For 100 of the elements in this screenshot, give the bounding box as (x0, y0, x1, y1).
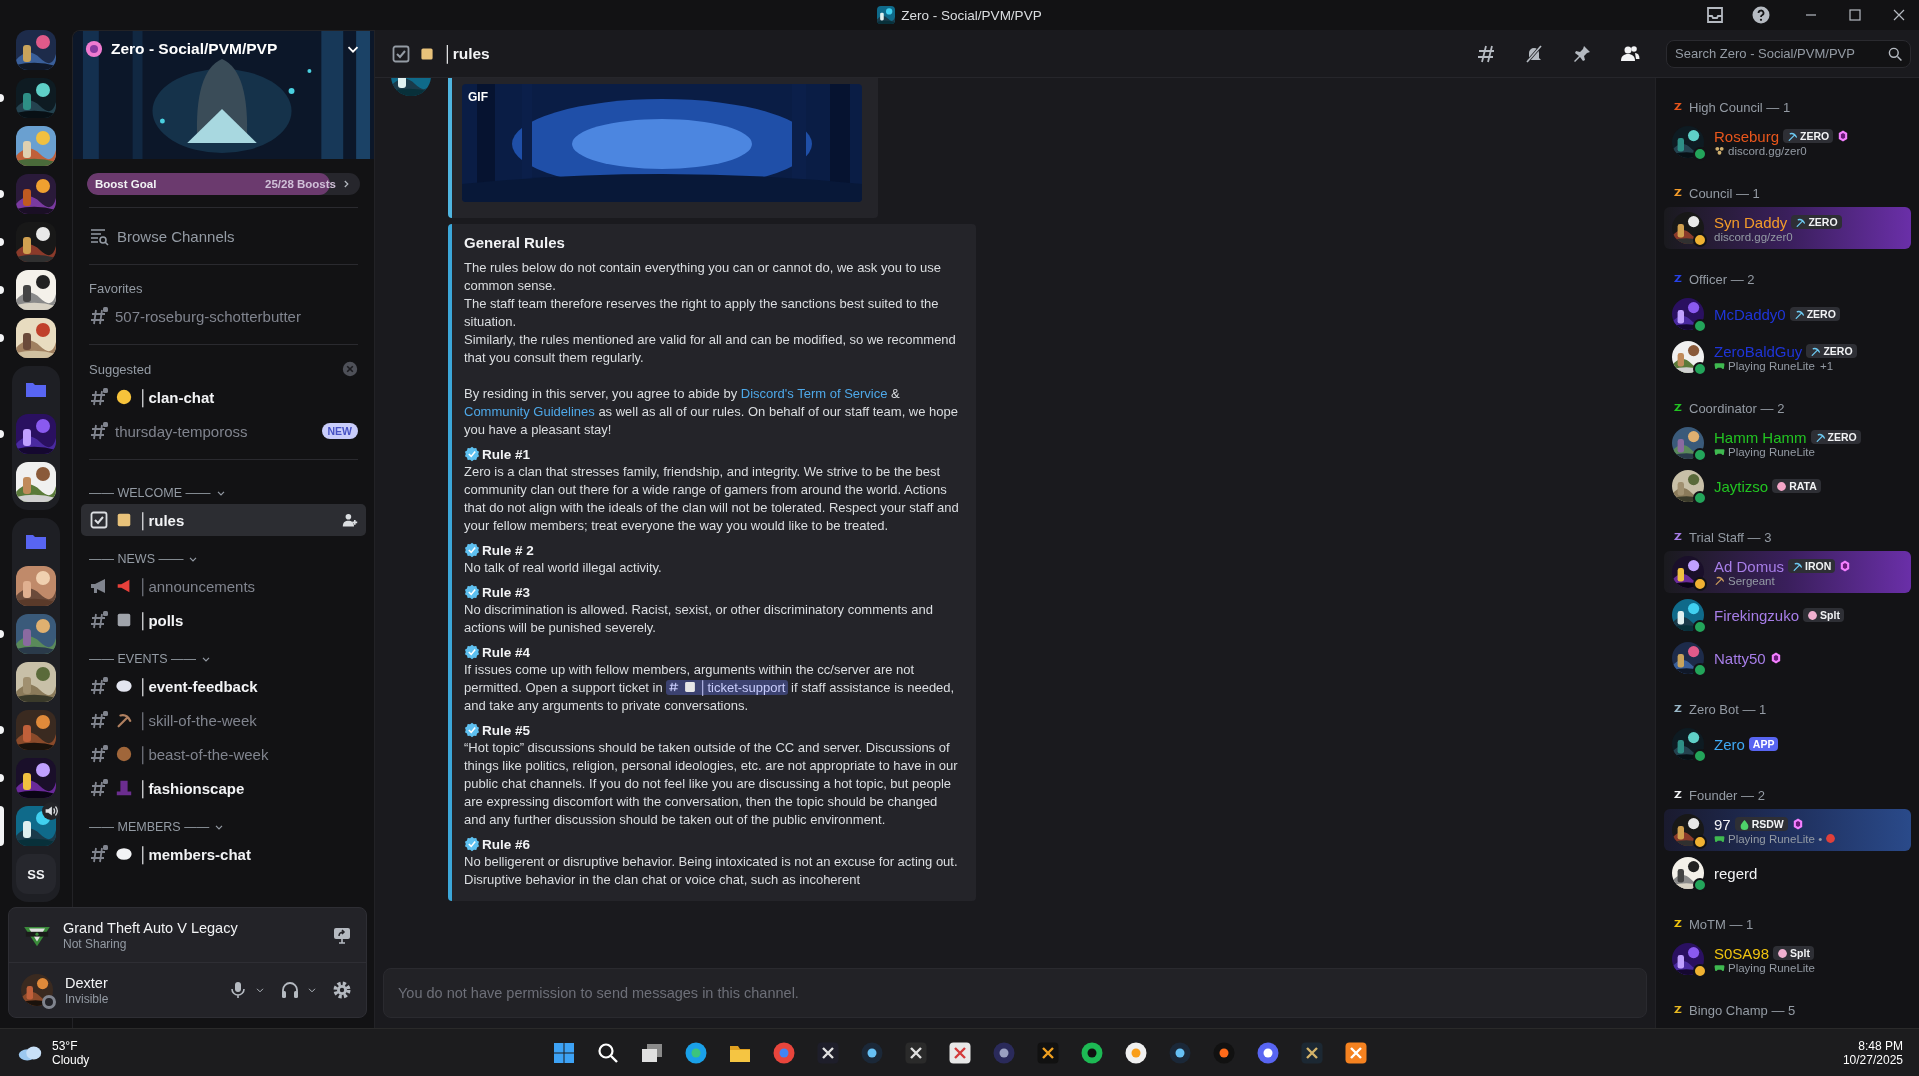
server-button[interactable] (16, 318, 56, 358)
temperature: 53°F (52, 1038, 79, 1053)
channel-item[interactable]: │polls (81, 604, 366, 636)
add-member-icon[interactable] (342, 512, 358, 528)
channel-item[interactable]: │fashionscape (81, 772, 366, 804)
category-header[interactable]: —— MEMBERS —— (81, 806, 366, 836)
member-item[interactable]: 97 RSDW Playing RuneLite • (1664, 809, 1911, 851)
member-name: regerd (1714, 864, 1758, 882)
link[interactable]: Discord's Term of Service (740, 386, 888, 401)
category-header[interactable]: —— EVENTS —— (81, 638, 366, 668)
app-icon[interactable] (1211, 1040, 1236, 1065)
channel-item[interactable]: │event-feedback (81, 670, 366, 702)
paragraph: No talk of real world illegal activity. (464, 559, 663, 577)
server-button[interactable] (16, 222, 56, 262)
progress-track[interactable]: Boost Goal 25/28 Boosts (87, 173, 360, 195)
start-icon[interactable] (551, 1040, 576, 1065)
channel-item[interactable]: │skill-of-the-week (81, 704, 366, 736)
channel-title: │rules (443, 44, 490, 63)
server-button[interactable] (16, 126, 56, 166)
member-item[interactable]: Zero APP (1664, 723, 1911, 765)
server-button[interactable] (16, 710, 56, 750)
channel-item[interactable]: thursday-tempoross NEW (81, 415, 366, 447)
app-icon[interactable] (815, 1040, 840, 1065)
boost-goal-label: Boost Goal (95, 178, 158, 190)
member-item[interactable]: regerd (1664, 852, 1911, 894)
inbox-icon[interactable] (1705, 5, 1725, 25)
paragraph: If issues come up with fellow members, arguments within the cc/server are not permitted. Open a support ticket in │ticket-support if staff assistance is needed, and take any arguments to private conversations. (464, 661, 956, 715)
server-button[interactable] (16, 30, 56, 70)
app-icon[interactable] (1343, 1040, 1368, 1065)
server-button[interactable] (16, 758, 56, 798)
window-title: Zero - Social/PVM/PVP (901, 7, 1042, 23)
server-button[interactable] (16, 78, 56, 118)
browse-channels-item[interactable]: Browse Channels (81, 220, 366, 252)
microphone-icon[interactable] (228, 980, 248, 1000)
sharing-status: Not Sharing (63, 936, 128, 951)
category-header[interactable]: —— WELCOME —— (81, 472, 366, 502)
rule-heading: Rule #6 (482, 836, 531, 852)
app-icon[interactable] (947, 1040, 972, 1065)
role-group-heading: Officer — 2 (1689, 271, 1755, 287)
channel-hash-icon (89, 744, 109, 764)
app-icon[interactable] (1079, 1040, 1104, 1065)
section-header: Suggested (89, 361, 152, 377)
verified-icon (464, 644, 480, 660)
server-icon[interactable]: SS (16, 854, 56, 894)
channel-item[interactable]: 507-roseburg-schotterbutter (81, 300, 366, 332)
server-button[interactable] (16, 462, 56, 502)
channel-item[interactable]: │clan-chat (81, 381, 366, 413)
gamepad-icon (1714, 360, 1725, 371)
channel-item[interactable]: │announcements (81, 570, 366, 602)
member-item[interactable]: Hamm Hamm ZERO Playing RuneLite (1664, 422, 1911, 464)
member-item[interactable]: McDaddy0 ZERO (1664, 293, 1911, 335)
search-icon[interactable] (595, 1040, 620, 1065)
member-item[interactable]: Ad Domus IRON Sergeant (1664, 551, 1911, 593)
member-item[interactable]: Natty50 (1664, 637, 1911, 679)
screen-share-icon[interactable] (332, 925, 352, 945)
member-list-icon[interactable] (1620, 43, 1640, 64)
headphones-icon[interactable] (280, 980, 300, 1000)
category-header[interactable]: —— NEWS —— (81, 538, 366, 568)
app-icon[interactable] (991, 1040, 1016, 1065)
channel-hash-icon (89, 421, 109, 441)
server-button[interactable] (16, 270, 56, 310)
app-icon[interactable] (1255, 1040, 1280, 1065)
role-group-heading: High Council — 1 (1689, 99, 1791, 115)
new-badge: NEW (321, 423, 358, 439)
gif-label: GIF (468, 90, 488, 104)
member-item[interactable]: Firekingzuko Splt (1664, 594, 1911, 636)
mute-bell-icon[interactable] (1524, 43, 1544, 64)
link[interactable]: Community Guidelines (464, 404, 595, 419)
server-button[interactable] (16, 566, 56, 606)
app-icon[interactable] (683, 1040, 708, 1065)
app-icon[interactable] (1167, 1040, 1192, 1065)
member-name: S0SA98 (1714, 944, 1770, 962)
server-button[interactable] (16, 662, 56, 702)
app-icon[interactable] (1299, 1040, 1324, 1065)
server-name[interactable]: Zero - Social/PVM/PVP (111, 40, 336, 58)
help-icon[interactable] (1751, 5, 1771, 25)
member-item[interactable]: S0SA98 Splt Playing RuneLite (1664, 938, 1911, 980)
server-button[interactable] (16, 414, 56, 454)
app-icon[interactable] (1123, 1040, 1148, 1065)
tag-label: RATA (1789, 480, 1817, 492)
threads-icon[interactable] (1476, 43, 1496, 64)
tag-label: RSDW (1751, 818, 1784, 830)
channel-item[interactable]: │members-chat (81, 838, 366, 870)
boost-count: 25/28 Boosts (265, 178, 336, 190)
pin-icon[interactable] (1572, 43, 1592, 64)
server-button[interactable] (16, 614, 56, 654)
app-icon[interactable] (903, 1040, 928, 1065)
search-field[interactable]: Search Zero - Social/PVM/PVP (1666, 39, 1911, 68)
settings-icon[interactable] (332, 980, 352, 1000)
channel-item[interactable]: │rules (81, 504, 366, 536)
app-icon[interactable] (859, 1040, 884, 1065)
member-activity: Sergeant (1728, 574, 1775, 587)
member-item[interactable]: ZeroBaldGuy ZERO Playing RuneLite +1 (1664, 336, 1911, 378)
member-item[interactable]: Jaytizso RATA (1664, 465, 1911, 507)
member-item[interactable]: Roseburg ZERO discord.gg/zer0 (1664, 121, 1911, 163)
channel-item[interactable]: │beast-of-the-week (81, 738, 366, 770)
server-button[interactable] (16, 174, 56, 214)
channel-mention[interactable]: │ticket-support (666, 680, 788, 695)
app-icon[interactable] (1035, 1040, 1060, 1065)
member-item[interactable]: Syn Daddy ZERO discord.gg/zer0 (1664, 207, 1911, 249)
